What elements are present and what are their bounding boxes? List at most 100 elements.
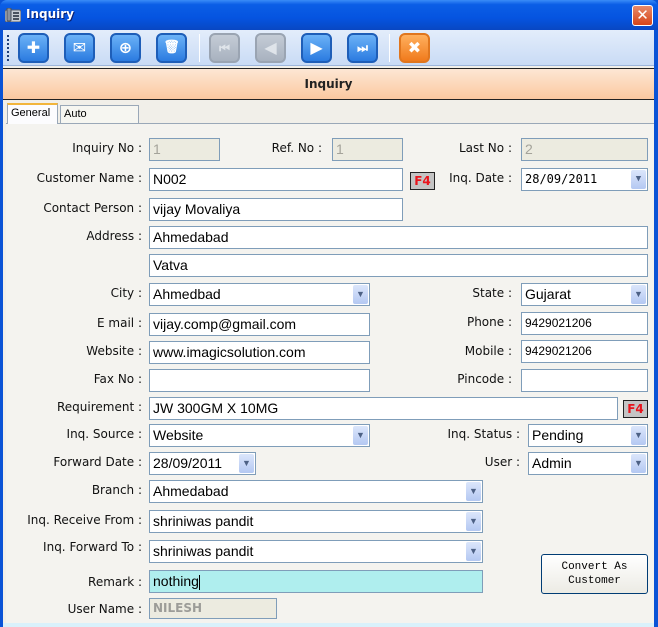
window-title: Inquiry	[26, 7, 74, 21]
inq-receive-from-select[interactable]: shriniwas pandit ▼	[149, 510, 483, 533]
customer-name-field[interactable]: N002	[149, 168, 403, 191]
first-record-icon: ⏮	[219, 41, 230, 55]
convert-button-line2: Customer	[568, 575, 621, 587]
state-select[interactable]: Gujarat ▼	[521, 283, 648, 306]
chevron-down-icon[interactable]: ▼	[631, 454, 646, 473]
city-label: City :	[110, 286, 142, 300]
phone-label: Phone :	[466, 315, 512, 329]
envelope-icon: ✉	[72, 38, 87, 57]
branch-value: Ahmedabad	[153, 483, 229, 499]
contact-person-label: Contact Person :	[43, 201, 142, 215]
chevron-down-icon[interactable]: ▼	[353, 285, 368, 304]
search-button[interactable]: ⊕	[110, 33, 141, 63]
customer-name-label: Customer Name :	[36, 171, 142, 185]
chevron-down-icon[interactable]: ▼	[466, 542, 481, 561]
email-label: E mail :	[97, 316, 142, 330]
website-label: Website :	[86, 344, 142, 358]
inq-forward-to-select[interactable]: shriniwas pandit ▼	[149, 540, 483, 563]
inq-forward-to-value: shriniwas pandit	[153, 543, 254, 559]
chevron-down-icon[interactable]: ▼	[239, 454, 254, 473]
contact-person-field[interactable]: vijay Movaliya	[149, 198, 403, 221]
user-select[interactable]: Admin ▼	[528, 452, 648, 475]
inq-date-picker[interactable]: 28/09/2011 ▼	[521, 168, 648, 191]
forward-date-value: 28/09/2011	[153, 455, 223, 471]
previous-record-icon: ◀	[264, 38, 277, 57]
tab-auto-reminder[interactable]: Auto Reminder	[60, 105, 139, 137]
branch-select[interactable]: Ahmedabad ▼	[149, 480, 483, 503]
chevron-down-icon[interactable]: ▼	[631, 426, 646, 445]
branch-label: Branch :	[91, 483, 142, 497]
chevron-down-icon[interactable]: ▼	[631, 170, 646, 189]
title-bar[interactable]: Inquiry ✕	[0, 0, 658, 30]
requirement-f4-lookup-button[interactable]: F4	[623, 400, 648, 418]
requirement-label: Requirement :	[56, 400, 142, 414]
toolbar-separator	[199, 34, 200, 62]
text-cursor	[198, 574, 200, 590]
state-label: State :	[472, 286, 512, 300]
inq-source-value: Website	[153, 427, 204, 443]
plus-icon: ✚	[26, 38, 41, 57]
remark-value: nothing	[153, 573, 199, 589]
ref-no-label: Ref. No :	[271, 141, 322, 155]
telephone-icon	[5, 8, 21, 22]
inquiry-no-field[interactable]: 1	[149, 138, 220, 161]
state-value: Gujarat	[525, 286, 571, 302]
last-no-field[interactable]: 2	[521, 138, 648, 161]
last-no-label: Last No :	[459, 141, 512, 155]
toolbar-grip-handle[interactable]	[7, 35, 10, 61]
next-record-button[interactable]: ▶	[301, 33, 332, 63]
address-line2-field[interactable]: Vatva	[149, 254, 648, 277]
phone-field[interactable]: 9429021206	[521, 312, 648, 335]
chevron-down-icon[interactable]: ▼	[631, 285, 646, 304]
remark-field[interactable]: nothing	[149, 570, 483, 593]
inq-source-select[interactable]: Website ▼	[149, 424, 370, 447]
chevron-down-icon[interactable]: ▼	[466, 512, 481, 531]
status-bar	[3, 623, 654, 627]
inq-status-value: Pending	[532, 427, 584, 443]
requirement-field[interactable]: JW 300GM X 10MG	[149, 397, 618, 420]
last-record-button[interactable]: ⏭	[347, 33, 378, 63]
inq-receive-from-value: shriniwas pandit	[153, 513, 254, 529]
inquiry-no-label: Inquiry No :	[72, 141, 142, 155]
toolbar-separator	[389, 34, 390, 62]
pincode-field[interactable]	[521, 369, 648, 392]
close-icon: ✕	[636, 6, 649, 24]
close-icon: ✖	[407, 38, 422, 57]
inq-date-label: Inq. Date :	[449, 171, 512, 185]
user-name-field[interactable]: NILESH	[149, 598, 277, 619]
add-button[interactable]: ✚	[18, 33, 49, 63]
delete-button[interactable]: 🗑	[156, 33, 187, 63]
forward-date-picker[interactable]: 28/09/2011 ▼	[149, 452, 256, 475]
email-button[interactable]: ✉	[64, 33, 95, 63]
chevron-down-icon[interactable]: ▼	[353, 426, 368, 445]
address-line1-field[interactable]: Ahmedabad	[149, 226, 648, 249]
form-title: Inquiry	[304, 77, 353, 91]
first-record-button[interactable]: ⏮	[209, 33, 240, 63]
zoom-in-icon: ⊕	[118, 38, 133, 57]
chevron-down-icon[interactable]: ▼	[466, 482, 481, 501]
email-field[interactable]: vijay.comp@gmail.com	[149, 313, 370, 336]
trash-icon: 🗑	[163, 40, 180, 55]
inquiry-window: Inquiry ✕ ✚ ✉ ⊕ 🗑 ⏮ ◀ ▶ ⏭ ✖ Inquiry Gene…	[0, 0, 658, 627]
close-form-button[interactable]: ✖	[399, 33, 430, 63]
inq-date-value: 28/09/2011	[525, 172, 598, 186]
ref-no-field[interactable]: 1	[332, 138, 403, 161]
inq-status-select[interactable]: Pending ▼	[528, 424, 648, 447]
window-close-button[interactable]: ✕	[632, 5, 653, 26]
general-tab-panel: Inquiry No : 1 Ref. No : 1 Last No : 2 C…	[6, 123, 654, 623]
inq-forward-to-label: Inq. Forward To :	[43, 540, 142, 554]
remark-label: Remark :	[88, 575, 142, 589]
inq-status-label: Inq. Status :	[447, 427, 521, 441]
client-area: ✚ ✉ ⊕ 🗑 ⏮ ◀ ▶ ⏭ ✖ Inquiry General Auto R…	[3, 30, 654, 627]
tab-general[interactable]: General	[7, 103, 58, 124]
mobile-field[interactable]: 9429021206	[521, 340, 648, 363]
city-select[interactable]: Ahmedbad ▼	[149, 283, 370, 306]
inq-source-label: Inq. Source :	[66, 427, 142, 441]
fax-no-field[interactable]	[149, 369, 370, 392]
convert-as-customer-button[interactable]: Convert As Customer	[541, 554, 648, 594]
convert-button-line1: Convert As	[561, 561, 628, 573]
previous-record-button[interactable]: ◀	[255, 33, 286, 63]
forward-date-label: Forward Date :	[53, 455, 142, 469]
pincode-label: Pincode :	[457, 372, 512, 386]
website-field[interactable]: www.imagicsolution.com	[149, 341, 370, 364]
